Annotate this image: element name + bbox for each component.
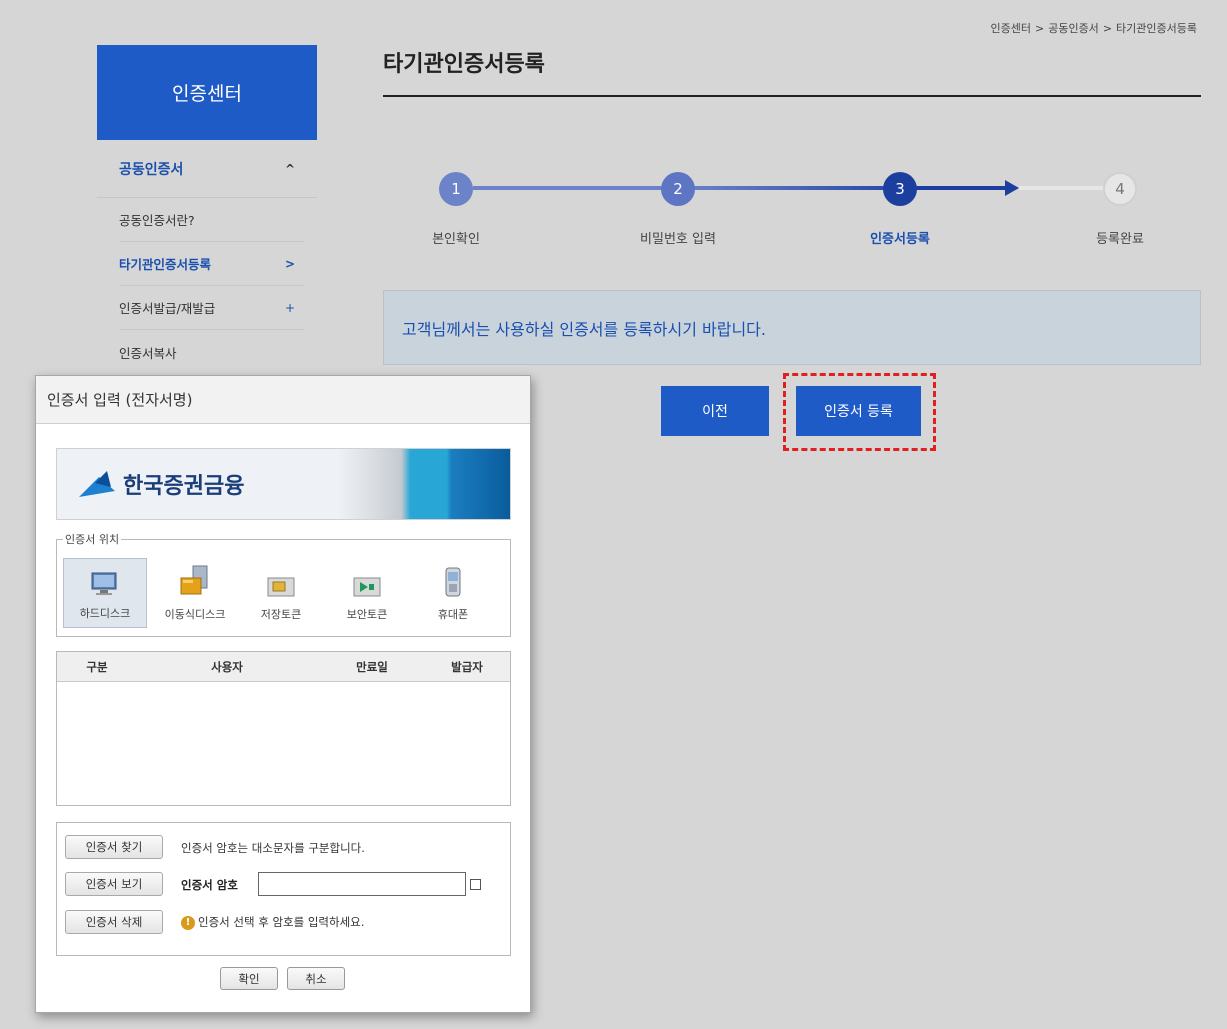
- breadcrumb: 인증센터 > 공동인증서 > 타기관인증서등록: [991, 20, 1198, 36]
- step-1-label: 본인확인: [432, 232, 480, 247]
- brand-banner: 한국증권금융: [56, 448, 511, 520]
- location-hard-disk[interactable]: 하드디스크: [63, 558, 147, 628]
- sidebar-section-certificate[interactable]: 공동인증서 ^: [97, 140, 317, 198]
- step-2-circle: 2: [661, 172, 695, 206]
- hard-disk-icon: [91, 572, 117, 595]
- sidebar-item-label: 인증서복사: [119, 345, 177, 361]
- location-mobile-phone[interactable]: 휴대폰: [411, 558, 495, 628]
- location-label: 저장토큰: [260, 608, 302, 621]
- delete-certificate-button[interactable]: 인증서 삭제: [65, 910, 163, 934]
- step-2-label: 비밀번호 입력: [640, 232, 716, 247]
- password-label: 인증서 암호: [181, 878, 238, 892]
- storage-token-icon: [267, 577, 295, 597]
- info-icon: !: [181, 915, 195, 930]
- prev-button[interactable]: 이전: [661, 386, 769, 436]
- step-3-label: 인증서등록: [870, 232, 930, 247]
- brand-name: 한국증권금융: [123, 474, 245, 499]
- step-connector: [1019, 186, 1109, 190]
- sidebar-item-copy[interactable]: 인증서복사: [119, 330, 305, 374]
- column-header-type[interactable]: 구분: [57, 659, 137, 675]
- column-header-user[interactable]: 사용자: [137, 659, 317, 675]
- view-certificate-button[interactable]: 인증서 보기: [65, 872, 163, 896]
- sidebar: 인증센터 공동인증서 ^ 공동인증서란? 타기관인증서등록 > 인증서발급/재발…: [97, 45, 317, 374]
- step-3-circle: 3: [883, 172, 917, 206]
- location-legend: 인증서 위치: [63, 531, 122, 547]
- location-security-token[interactable]: 보안토큰: [325, 558, 409, 628]
- location-label: 하드디스크: [79, 607, 131, 620]
- breadcrumb-separator: >: [1034, 22, 1045, 35]
- hint-text: 인증서 선택 후 암호를 입력하세요.: [198, 915, 365, 929]
- sidebar-item-label: 타기관인증서등록: [119, 257, 212, 272]
- sidebar-item-label: 인증서발급/재발급: [119, 301, 216, 316]
- step-4-label: 등록완료: [1096, 232, 1144, 247]
- step-connector: [913, 186, 1013, 190]
- brand-logo-icon: [79, 471, 115, 497]
- plus-icon[interactable]: +: [285, 301, 295, 315]
- notice-box: 고객님께서는 사용하실 인증서를 등록하시기 바랍니다.: [383, 290, 1201, 365]
- title-divider: [383, 95, 1201, 97]
- breadcrumb-separator: >: [1102, 22, 1113, 35]
- chevron-up-icon[interactable]: ^: [285, 162, 295, 176]
- step-connector: [683, 186, 893, 190]
- table-header: 구분 사용자 만료일 발급자: [57, 652, 510, 682]
- arrow-right-icon: [1005, 180, 1019, 196]
- breadcrumb-item[interactable]: 공동인증서: [1048, 22, 1099, 35]
- sidebar-item-label: 공동인증서란?: [119, 213, 195, 228]
- breadcrumb-item[interactable]: 인증센터: [991, 22, 1031, 35]
- sidebar-title[interactable]: 인증센터: [97, 45, 317, 140]
- ok-button[interactable]: 확인: [220, 967, 278, 990]
- step-indicator: 1 2 3 4 본인확인 비밀번호 입력 인증서등록 등록완료: [383, 160, 1201, 250]
- certificate-location-group: 인증서 위치 하드디스크 이동식디스크 저장토큰 보안토큰 휴대폰: [56, 531, 511, 637]
- hint-text-row: ! 인증서 선택 후 암호를 입력하세요.: [181, 914, 364, 930]
- removable-disk-icon: [180, 565, 208, 595]
- step-connector: [473, 186, 683, 190]
- security-token-icon: [353, 577, 381, 597]
- mobile-phone-icon: [445, 567, 461, 597]
- chevron-right-icon: >: [284, 256, 295, 271]
- step-1-circle: 1: [439, 172, 473, 206]
- case-sensitive-note: 인증서 암호는 대소문자를 구분합니다.: [181, 841, 365, 855]
- location-label: 보안토큰: [346, 608, 388, 621]
- sidebar-item-issue[interactable]: 인증서발급/재발급 +: [119, 286, 305, 330]
- location-label: 이동식디스크: [164, 608, 226, 621]
- find-certificate-button[interactable]: 인증서 찾기: [65, 835, 163, 859]
- brand-logo: 한국증권금융: [77, 468, 244, 500]
- sidebar-section-label: 공동인증서: [119, 161, 184, 178]
- dialog-title[interactable]: 인증서 입력 (전자서명): [36, 376, 530, 424]
- sidebar-list: 공동인증서란? 타기관인증서등록 > 인증서발급/재발급 + 인증서복사: [97, 198, 317, 374]
- column-header-issuer[interactable]: 발급자: [427, 659, 507, 675]
- keyboard-security-checkbox[interactable]: [470, 879, 481, 890]
- location-storage-token[interactable]: 저장토큰: [239, 558, 323, 628]
- page-title: 타기관인증서등록: [383, 52, 545, 77]
- column-header-expiry[interactable]: 만료일: [317, 659, 427, 675]
- register-certificate-button[interactable]: 인증서 등록: [796, 386, 921, 436]
- certificate-control-panel: 인증서 찾기 인증서 암호는 대소문자를 구분합니다. 인증서 보기 인증서 암…: [56, 822, 511, 956]
- certificate-table: 구분 사용자 만료일 발급자: [56, 651, 511, 806]
- breadcrumb-item[interactable]: 타기관인증서등록: [1116, 22, 1197, 35]
- password-input[interactable]: [258, 872, 466, 896]
- location-removable-disk[interactable]: 이동식디스크: [153, 558, 237, 628]
- cancel-button[interactable]: 취소: [287, 967, 345, 990]
- sidebar-item-about[interactable]: 공동인증서란?: [119, 198, 305, 242]
- step-4-circle: 4: [1103, 172, 1137, 206]
- certificate-dialog: 인증서 입력 (전자서명) 한국증권금융 인증서 위치 하드디스크 이동식디스크…: [35, 375, 531, 1013]
- location-label: 휴대폰: [437, 608, 469, 621]
- sidebar-item-register-other[interactable]: 타기관인증서등록 >: [119, 242, 305, 286]
